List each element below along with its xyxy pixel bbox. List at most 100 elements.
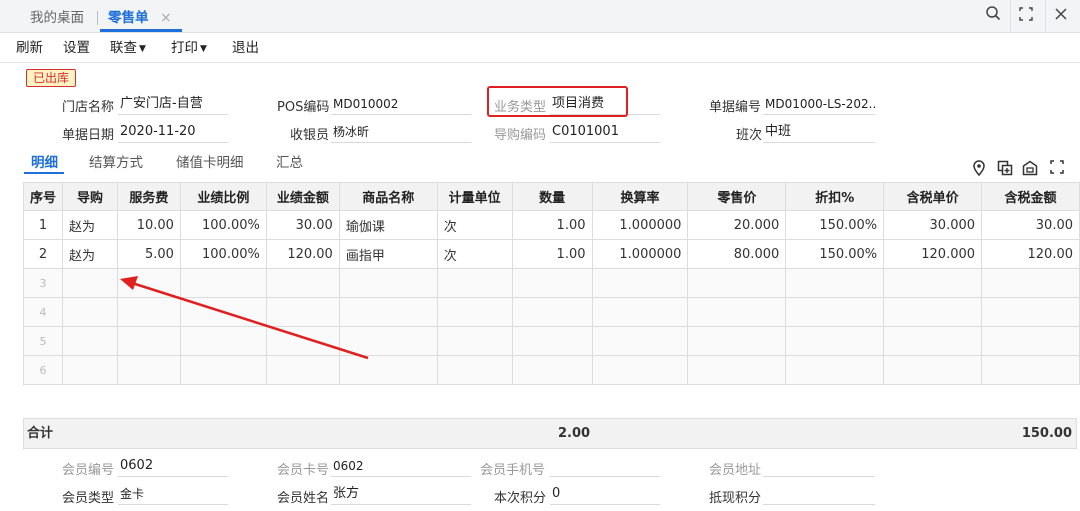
empty-table-row[interactable]: 5 xyxy=(22,326,1080,356)
retail-price-cell[interactable]: 80.000 xyxy=(687,239,787,269)
search-icon[interactable] xyxy=(978,0,1008,33)
subtab-stored-card[interactable]: 储值卡明细 xyxy=(176,151,244,171)
redeem-field[interactable] xyxy=(763,485,875,505)
card-no-field[interactable]: 0602 xyxy=(331,457,471,477)
tax-amount-cell[interactable]: 120.00 xyxy=(981,239,1080,269)
empty-cell[interactable] xyxy=(511,326,593,356)
address-field[interactable] xyxy=(763,457,875,477)
discount-cell[interactable]: 150.00% xyxy=(785,210,885,240)
empty-cell[interactable] xyxy=(179,326,267,356)
empty-cell[interactable] xyxy=(883,326,983,356)
column-header[interactable]: 计量单位 xyxy=(436,182,513,211)
empty-cell[interactable] xyxy=(179,268,267,298)
empty-cell[interactable] xyxy=(62,297,118,327)
tax-amount-cell[interactable]: 30.00 xyxy=(981,210,1080,240)
perf-ratio-cell[interactable]: 100.00% xyxy=(179,210,267,240)
empty-cell[interactable] xyxy=(591,355,689,385)
column-header[interactable]: 服务费 xyxy=(116,182,181,211)
product-name-cell[interactable]: 画指甲 xyxy=(338,239,438,269)
empty-cell[interactable] xyxy=(981,355,1080,385)
empty-cell[interactable] xyxy=(265,268,340,298)
service-fee-cell[interactable]: 5.00 xyxy=(116,239,181,269)
table-row[interactable]: 2 赵为 5.00 100.00% 120.00 画指甲 次 1.00 1.00… xyxy=(22,239,1080,269)
column-header[interactable]: 零售价 xyxy=(687,182,787,211)
subtab-detail[interactable]: 明细 xyxy=(31,151,58,171)
empty-cell[interactable] xyxy=(436,297,513,327)
empty-table-row[interactable]: 4 xyxy=(22,297,1080,327)
quantity-cell[interactable]: 1.00 xyxy=(511,210,593,240)
empty-cell[interactable] xyxy=(62,355,118,385)
date-field[interactable]: 2020-11-20 xyxy=(118,123,228,143)
building-icon[interactable] xyxy=(1021,160,1039,178)
exit-button[interactable]: 退出 xyxy=(232,33,259,63)
empty-cell[interactable] xyxy=(338,355,438,385)
table-row[interactable]: 1 赵为 10.00 100.00% 30.00 瑜伽课 次 1.00 1.00… xyxy=(22,210,1080,240)
quantity-cell[interactable]: 1.00 xyxy=(511,239,593,269)
tab-close-icon[interactable]: × xyxy=(160,8,172,28)
location-icon[interactable] xyxy=(970,160,988,178)
empty-cell[interactable] xyxy=(785,297,885,327)
store-field[interactable]: 广安门店-自营 xyxy=(118,95,228,115)
guide-cell[interactable]: 赵为 xyxy=(62,239,118,269)
refresh-button[interactable]: 刷新 xyxy=(16,33,43,63)
column-header[interactable]: 序号 xyxy=(22,182,64,211)
member-type-field[interactable]: 金卡 xyxy=(118,485,228,505)
column-header[interactable]: 数量 xyxy=(511,182,593,211)
empty-cell[interactable] xyxy=(687,355,787,385)
empty-cell[interactable] xyxy=(116,268,181,298)
empty-cell[interactable] xyxy=(883,297,983,327)
service-fee-cell[interactable]: 10.00 xyxy=(116,210,181,240)
points-field[interactable]: 0 xyxy=(550,485,660,505)
empty-cell[interactable] xyxy=(62,326,118,356)
settings-button[interactable]: 设置 xyxy=(63,33,90,63)
perf-amount-cell[interactable]: 120.00 xyxy=(265,239,340,269)
column-header[interactable]: 导购 xyxy=(62,182,118,211)
empty-cell[interactable] xyxy=(179,297,267,327)
column-header[interactable]: 业绩比例 xyxy=(179,182,267,211)
empty-cell[interactable] xyxy=(785,355,885,385)
column-header[interactable]: 业绩金额 xyxy=(265,182,340,211)
print-menu[interactable]: 打印 ▼ xyxy=(171,33,207,63)
empty-cell[interactable] xyxy=(62,268,118,298)
product-name-cell[interactable]: 瑜伽课 xyxy=(338,210,438,240)
empty-cell[interactable] xyxy=(511,297,593,327)
empty-table-row[interactable]: 3 xyxy=(22,268,1080,298)
guide-cell[interactable]: 赵为 xyxy=(62,210,118,240)
empty-cell[interactable] xyxy=(687,326,787,356)
empty-cell[interactable] xyxy=(338,326,438,356)
empty-cell[interactable] xyxy=(591,297,689,327)
conversion-rate-cell[interactable]: 1.000000 xyxy=(591,239,689,269)
tax-unit-price-cell[interactable]: 120.000 xyxy=(883,239,983,269)
cashier-field[interactable]: 杨冰昕 xyxy=(331,123,471,143)
fullscreen-icon[interactable] xyxy=(1010,0,1040,33)
empty-cell[interactable] xyxy=(511,268,593,298)
conversion-rate-cell[interactable]: 1.000000 xyxy=(591,210,689,240)
close-icon[interactable] xyxy=(1045,0,1075,33)
empty-cell[interactable] xyxy=(981,326,1080,356)
perf-ratio-cell[interactable]: 100.00% xyxy=(179,239,267,269)
empty-cell[interactable] xyxy=(116,297,181,327)
link-query-menu[interactable]: 联查 ▼ xyxy=(110,33,146,63)
retail-price-cell[interactable]: 20.000 xyxy=(687,210,787,240)
column-header[interactable]: 含税金额 xyxy=(981,182,1080,211)
tax-unit-price-cell[interactable]: 30.000 xyxy=(883,210,983,240)
tab-home[interactable]: 我的桌面 xyxy=(30,0,84,33)
guide-code-field[interactable]: C0101001 xyxy=(550,123,660,143)
empty-cell[interactable] xyxy=(687,297,787,327)
empty-cell[interactable] xyxy=(785,268,885,298)
empty-cell[interactable] xyxy=(265,326,340,356)
empty-cell[interactable] xyxy=(338,297,438,327)
empty-cell[interactable] xyxy=(436,355,513,385)
member-no-field[interactable]: 0602 xyxy=(118,457,228,477)
column-header[interactable]: 换算率 xyxy=(591,182,689,211)
phone-field[interactable] xyxy=(550,457,660,477)
empty-cell[interactable] xyxy=(883,268,983,298)
expand-icon[interactable] xyxy=(1048,160,1066,178)
subtab-summary[interactable]: 汇总 xyxy=(276,151,303,171)
empty-cell[interactable] xyxy=(116,355,181,385)
column-header[interactable]: 折扣% xyxy=(785,182,885,211)
column-header[interactable]: 含税单价 xyxy=(883,182,983,211)
empty-cell[interactable] xyxy=(511,355,593,385)
empty-cell[interactable] xyxy=(179,355,267,385)
empty-cell[interactable] xyxy=(591,326,689,356)
